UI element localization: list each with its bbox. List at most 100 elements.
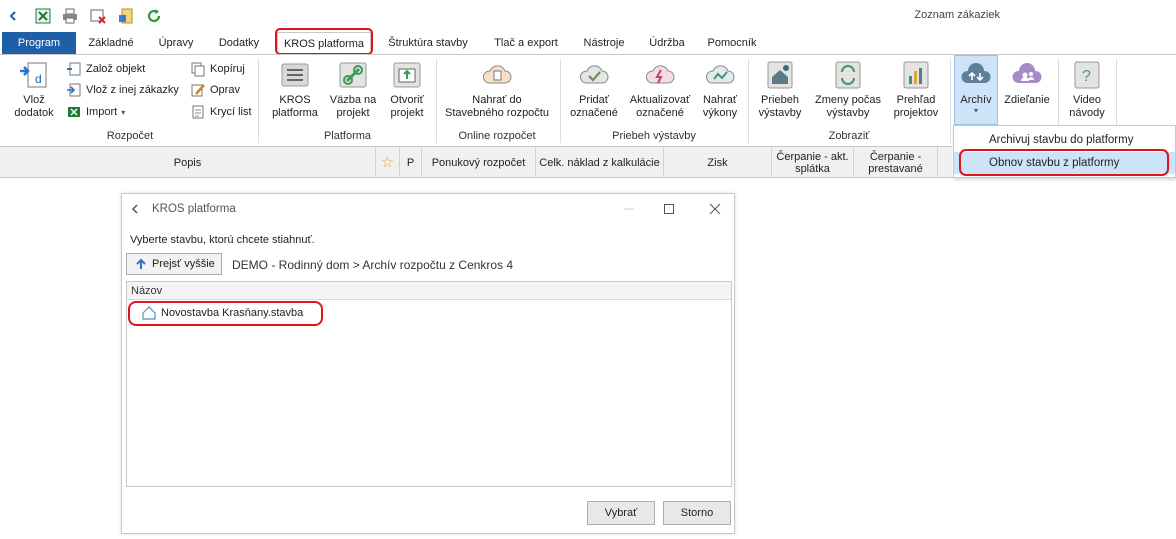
changes-icon (835, 61, 861, 89)
column-celk-naklad[interactable]: Celk. náklad z kalkulácie (536, 147, 664, 178)
dialog-title: KROS platforma (152, 203, 236, 215)
prehlad-projektov-label: Prehľad projektov (893, 94, 939, 119)
insert-from-order-icon (67, 83, 81, 97)
edit-icon (191, 84, 205, 97)
column-zisk[interactable]: Zisk (664, 147, 772, 178)
close-document-icon[interactable] (88, 6, 108, 26)
refresh-icon[interactable] (144, 6, 164, 26)
group-separator (560, 59, 561, 143)
add-folder-icon[interactable] (116, 6, 136, 26)
priebeh-vystavby-button[interactable]: Priebeh výstavby (754, 59, 806, 120)
group-label-platforma: Platforma (323, 130, 372, 142)
tab-tlac-a-export[interactable]: Tlač a export (484, 32, 568, 54)
group-label-priebeh-vystavby: Priebeh výstavby (612, 130, 696, 142)
column-cerpanie-prestavane[interactable]: Čerpanie - prestavané (854, 147, 938, 178)
group-separator (748, 59, 749, 143)
pridat-oznacene-label: Pridať označené (570, 94, 618, 119)
group-separator (258, 59, 259, 143)
oprav-label: Oprav (210, 84, 240, 96)
zaloz-objekt-button[interactable]: Založ objekt (66, 59, 145, 79)
priebeh-vystavby-label: Priebeh výstavby (758, 94, 802, 119)
cloud-check-icon (580, 65, 609, 84)
storno-button[interactable]: Storno (663, 501, 731, 525)
vloz-z-inej-zakazky-button[interactable]: Vlož z inej zákazky (66, 80, 179, 100)
column-favorite[interactable]: ☆ (376, 147, 400, 178)
tab-dodatky[interactable]: Dodatky (210, 32, 268, 54)
go-up-button[interactable]: Prejsť vyššie (126, 253, 222, 275)
share-cloud-icon (1012, 63, 1042, 83)
aktualizovat-oznacene-button[interactable]: Aktualizovať označené (624, 59, 696, 120)
cloud-lightning-icon (646, 65, 675, 84)
import-label: Import (86, 106, 118, 118)
new-object-icon (67, 62, 81, 76)
maximize-icon[interactable] (660, 200, 678, 218)
kopiruj-button[interactable]: Kopíruj (190, 59, 245, 79)
tab-program[interactable]: Program (2, 32, 76, 54)
minimize-icon[interactable] (620, 200, 638, 218)
vazba-na-projekt-label: Väzba na projekt (329, 94, 377, 119)
column-p[interactable]: P (400, 147, 422, 178)
oprav-button[interactable]: Oprav (190, 80, 240, 100)
menu-item-archivuj[interactable]: Archivuj stavbu do platformy (954, 129, 1175, 151)
tab-nastroje[interactable]: Nástroje (574, 32, 634, 54)
aktualizovat-oznacene-label: Aktualizovať označené (629, 94, 691, 119)
tab-struktura-stavby[interactable]: Štruktúra stavby (378, 32, 478, 54)
nahrat-vykony-label: Nahrať výkony (702, 94, 738, 119)
kros-platforma-dialog: KROS platforma Vyberte stavbu, ktorú chc… (121, 193, 735, 534)
highlight-ring-tab (275, 28, 373, 55)
group-label-rozpocet: Rozpočet (106, 130, 154, 142)
kros-platforma-button[interactable]: KROS platforma (267, 59, 323, 120)
back-icon[interactable] (126, 200, 144, 218)
tab-zakladne[interactable]: Základné (80, 32, 142, 54)
dialog-titlebar: KROS platforma (122, 194, 734, 224)
breadcrumb-path: DEMO - Rodinný dom > Archív rozpočtu z C… (232, 258, 514, 272)
import-button[interactable]: Import ▾ (66, 102, 125, 122)
archiv-button[interactable]: Archív ▾ (954, 59, 998, 115)
vybrat-button[interactable]: Vybrať (587, 501, 655, 525)
archive-cloud-icon (961, 63, 991, 83)
pridat-oznacene-button[interactable]: Pridať označené (566, 59, 622, 120)
vloz-z-inej-zakazky-label: Vlož z inej zákazky (86, 84, 179, 96)
prehlad-projektov-button[interactable]: Prehľad projektov (888, 59, 944, 120)
grid-header: Popis ☆ P Ponukový rozpočet Celk. náklad… (0, 146, 952, 178)
highlight-ring-list-item (128, 301, 323, 326)
highlight-ring-menu-item (959, 149, 1169, 176)
nahrat-vykony-button[interactable]: Nahrať výkony (698, 59, 742, 120)
column-ponukovy-rozpocet[interactable]: Ponukový rozpočet (422, 147, 536, 178)
column-header-nazov[interactable]: Názov (127, 282, 731, 300)
otvorit-projekt-button[interactable]: Otvoriť projekt (383, 59, 431, 120)
chevron-down-icon: ▾ (121, 107, 126, 117)
vazba-na-projekt-button[interactable]: Väzba na projekt (327, 59, 379, 120)
tab-pomocnik[interactable]: Pomocník (700, 32, 764, 54)
group-separator (950, 59, 951, 143)
kryci-list-label: Krycí list (210, 106, 252, 118)
svg-text:d: d (35, 72, 42, 86)
house-eye-icon (767, 61, 793, 89)
column-cerpanie-akt-splatka[interactable]: Čerpanie - akt. splátka (772, 147, 854, 178)
ribbon-tabs: Program Základné Úpravy Dodatky KROS pla… (0, 32, 1176, 55)
kros-platform-icon (281, 63, 309, 87)
kryci-list-button[interactable]: Krycí list (190, 102, 252, 122)
link-icon (339, 62, 367, 88)
zmeny-pocas-vystavby-button[interactable]: Zmeny počas výstavby (812, 59, 884, 120)
tab-upravy[interactable]: Úpravy (147, 32, 205, 54)
zdielanie-label: Zdieľanie (1004, 94, 1050, 106)
close-icon[interactable] (706, 200, 724, 218)
back-icon[interactable] (3, 6, 23, 26)
excel-export-icon[interactable] (33, 6, 53, 26)
print-icon[interactable] (60, 6, 80, 26)
tab-udrzba[interactable]: Údržba (640, 32, 694, 54)
chevron-down-icon: ▾ (973, 106, 978, 115)
otvorit-projekt-label: Otvoriť projekt (390, 94, 424, 119)
arrow-up-icon (136, 258, 146, 269)
vloz-dodatok-button[interactable]: d Vlož dodatok (8, 59, 60, 120)
zaloz-objekt-label: Založ objekt (86, 63, 146, 75)
app-title: Zoznam zákaziek (914, 9, 1000, 21)
group-label-online-rozpocet: Online rozpočet (458, 130, 536, 142)
nahrat-do-stavebneho-rozpoctu-button[interactable]: Nahrať do Stavebného rozpočtu (440, 59, 554, 120)
dialog-prompt: Vyberte stavbu, ktorú chcete stiahnuť. (130, 234, 315, 246)
column-popis[interactable]: Popis (0, 147, 376, 178)
video-navody-button[interactable]: ? Video návody (1062, 59, 1112, 120)
zdielanie-button[interactable]: Zdieľanie (1002, 59, 1052, 107)
nahrat-label: Nahrať do Stavebného rozpočtu (445, 94, 549, 119)
